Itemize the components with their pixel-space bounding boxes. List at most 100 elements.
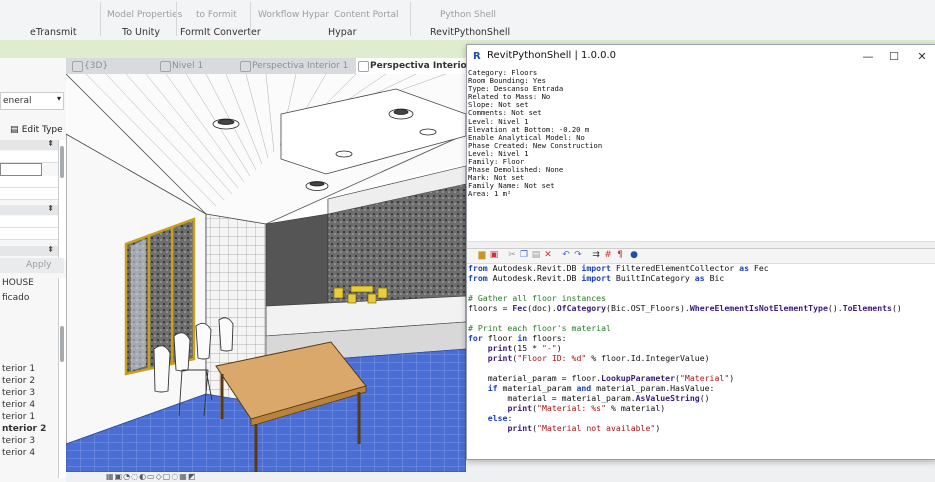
ribbon-group-formit: FormIt Converter [180,27,261,38]
tab-label: Perspectiva Interior [370,61,472,71]
property-row[interactable] [0,188,58,200]
scrollbar-thumb[interactable] [60,326,64,362]
browser-view-item[interactable]: terior 1 [2,412,35,422]
property-row[interactable] [0,151,58,163]
property-row[interactable] [0,176,58,188]
type-selector[interactable]: eneral ▾ [0,92,64,110]
maximize-button[interactable]: ☐ [881,48,907,66]
undo-icon[interactable]: ↶ [561,250,571,261]
cut-icon[interactable]: ✂ [507,250,517,261]
code-token: print [487,353,513,363]
code-line: material_param = floor.LookupParameter("… [467,373,935,383]
tab-nivel-1[interactable]: Nivel 1 [158,58,244,74]
code-line: from Autodesk.Revit.DB import BuiltInCat… [467,273,935,283]
save-icon[interactable]: ▣ [489,250,499,261]
redo-icon[interactable]: ↷ [573,250,583,261]
properties-scrollbar[interactable] [58,140,66,260]
view-control-bar: ▦▣◔◌◐▭◇▢◌▦◩ [66,472,466,482]
ribbon-to-formit[interactable]: to Formit [196,10,237,20]
code-line: else: [467,413,935,423]
tab-label: Perspectiva Interior 1 [252,61,349,71]
tab-label: {3D} [84,61,109,71]
3d-viewport[interactable] [66,74,466,472]
delete-icon[interactable]: ✕ [543,250,553,261]
output-console[interactable]: Category: Floors Room Bounding: Yes Type: … [467,69,935,245]
ribbon-group-revitpythonshell: RevitPythonShell [430,27,511,38]
scrollbar-thumb[interactable] [60,146,64,178]
view-controls-icon[interactable]: ▦▣◔◌◐▭◇▢◌▦◩ [106,472,196,481]
browser-root[interactable]: HOUSE [2,278,34,288]
minimize-button[interactable]: — [855,48,881,66]
output-line: Level: Nivel 1 [468,148,529,158]
code-token: # Print each floor's material [468,323,611,333]
code-token: (Bic.OST_Floors). [606,303,690,313]
edit-type-button[interactable]: ▤ Edit Type [10,124,63,135]
output-hscrollbar[interactable] [467,241,935,248]
close-button[interactable]: ✕ [909,48,935,66]
code-token: material_param = floor. [468,373,602,383]
code-token: ) [729,373,735,383]
ribbon-model-properties[interactable]: Model Properties [107,10,182,20]
window-title: RevitPythonShell | 1.0.0.0 [487,50,617,61]
code-token: import [581,273,611,283]
ribbon-python-shell[interactable]: Python Shell [440,10,496,20]
output-line: Area: 1 m² [468,189,512,199]
property-row[interactable] [0,228,58,240]
code-token: floors: [527,333,567,343]
ribbon-workflow[interactable]: Workflow [258,10,299,20]
tab-perspectiva-interior-1[interactable]: Perspectiva Interior 1 [238,58,368,74]
code-token: ) [655,423,661,433]
apply-button[interactable]: Apply [26,260,51,270]
code-token: else [487,413,508,423]
browser-view-item[interactable]: terior 4 [2,400,35,410]
ribbon-hypar-top[interactable]: Hypar [302,10,329,20]
browser-view-item[interactable]: terior 3 [2,436,35,446]
paste-icon[interactable]: ▤ [531,250,541,261]
output-line: Related to Mass: No [468,92,551,102]
tab-label: Nivel 1 [172,61,204,71]
browser-view-item[interactable]: nterior 2 [2,424,46,434]
code-token: print [507,423,533,433]
tab-perspectiva-interior[interactable]: Perspectiva Interior [356,58,480,74]
browser-view-item[interactable]: terior 2 [2,376,35,386]
line-numbers-icon[interactable]: # [603,250,613,261]
code-token: material_param.HasValue: [591,383,715,393]
code-token: import [581,263,611,273]
word-wrap-icon[interactable]: ⇉ [591,250,601,261]
code-token: # Gather all floor instances [468,293,607,303]
copy-icon[interactable]: ❐ [519,250,529,261]
code-token: % material) [606,403,666,413]
editor-toolbar: ▆ ▣ ✂ ❐ ▤ ✕ ↶ ↷ ⇉ # ¶ ● [467,248,935,264]
code-editor[interactable]: from Autodesk.Revit.DB import FilteredEl… [467,263,935,459]
window-titlebar[interactable]: R RevitPythonShell | 1.0.0.0 — ☐ ✕ [467,45,935,69]
browser-sub[interactable]: ficado [2,293,29,303]
show-whitespace-icon[interactable]: ¶ [615,250,625,261]
browser-view-item[interactable]: terior 3 [2,388,35,398]
revitpythonshell-window: R RevitPythonShell | 1.0.0.0 — ☐ ✕ Categ… [466,44,935,460]
open-folder-icon[interactable]: ▆ [477,250,487,261]
interior-render [66,74,466,472]
code-token: () [699,393,710,403]
ribbon-content-portal[interactable]: Content Portal [334,10,399,20]
browser-scrollbar[interactable] [58,278,66,478]
property-row[interactable] [0,216,58,228]
view-3d-icon [358,61,369,72]
properties-browser-panel: eneral ▾ ▤ Edit Type ⇞ ⇞ ⇞ Apply HOUSE f… [0,58,67,482]
apply-button-area: Apply [0,258,64,273]
tab-3d[interactable]: {3D} [70,58,164,74]
chevron-down-icon[interactable]: ▾ [57,94,61,103]
browser-view-item[interactable]: terior 1 [2,364,35,374]
code-token: "Material: %s" [537,403,607,413]
run-icon[interactable]: ● [629,250,639,261]
property-input[interactable] [0,163,42,176]
code-token: LookupParameter [601,373,676,383]
code-token: (). [827,303,843,313]
edit-type-label: Edit Type [21,125,63,135]
code-line: if material_param and material_param.Has… [467,383,935,393]
browser-view-item[interactable]: terior 4 [2,448,35,458]
ribbon-group-to-unity: To Unity [122,27,160,38]
